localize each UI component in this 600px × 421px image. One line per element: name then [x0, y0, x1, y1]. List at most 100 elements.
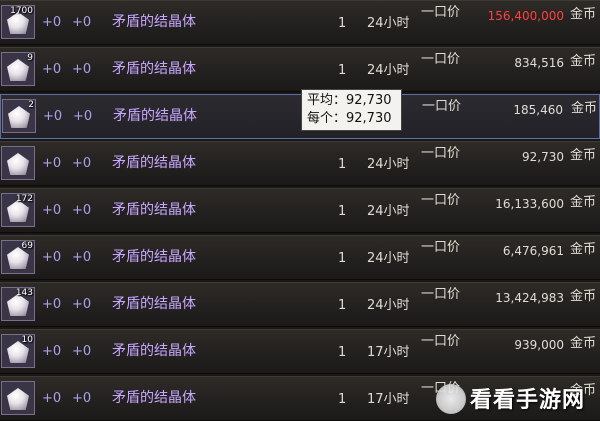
amplify-level: +0 — [72, 15, 92, 30]
amplify-level: +0 — [72, 250, 92, 265]
item-price: 939,000 — [514, 338, 564, 352]
currency-label: 金币 — [570, 195, 597, 210]
currency-label: 金币 — [570, 148, 597, 163]
tooltip-each: 每个：92,730 — [307, 111, 392, 126]
watermark-logo-icon — [436, 384, 466, 414]
sale-mode: 一口价 — [421, 193, 461, 208]
currency-label: 金币 — [571, 101, 598, 116]
item-count: 1 — [338, 157, 347, 172]
amplify-level: +0 — [72, 62, 92, 77]
item-slot[interactable]: 2 — [2, 99, 36, 133]
auction-row[interactable]: 143 +0 +0 矛盾的结晶体 1 24小时 一口价 13,424,983 金币 — [0, 282, 600, 327]
item-slot[interactable]: 143 — [1, 287, 35, 321]
amplify-level: +0 — [72, 344, 92, 359]
stack-quantity: 2 — [28, 100, 34, 110]
stack-quantity: 172 — [15, 194, 33, 204]
auction-row[interactable]: 10 +0 +0 矛盾的结晶体 1 17小时 一口价 939,000 金币 — [0, 329, 600, 374]
currency-label: 金币 — [570, 336, 597, 351]
item-slot[interactable]: 10 — [1, 334, 35, 368]
watermark-text: 看看手游网 — [470, 388, 586, 413]
crystal-icon — [7, 59, 29, 81]
auction-row[interactable]: 9 +0 +0 矛盾的结晶体 1 24小时 一口价 834,516 金币 — [0, 47, 600, 92]
enhance-level: +0 — [42, 391, 62, 406]
item-name: 矛盾的结晶体 — [112, 296, 196, 312]
price-tooltip: 平均：92,730 每个：92,730 — [301, 89, 402, 131]
item-slot[interactable]: 172 — [1, 193, 35, 227]
item-name: 矛盾的结晶体 — [112, 202, 196, 218]
item-slot[interactable]: 9 — [1, 52, 35, 86]
item-count: 1 — [338, 204, 347, 219]
item-slot[interactable]: 1700 — [1, 5, 35, 39]
crystal-icon — [8, 106, 30, 128]
sale-mode: 一口价 — [421, 287, 461, 302]
enhance-level: +0 — [42, 344, 62, 359]
time-remaining: 24小时 — [367, 204, 410, 219]
stack-quantity: 10 — [21, 335, 33, 345]
item-count: 1 — [338, 63, 347, 78]
time-remaining: 24小时 — [367, 16, 410, 31]
item-count: 1 — [338, 392, 347, 407]
item-slot[interactable]: 69 — [1, 240, 35, 274]
amplify-level: +0 — [72, 391, 92, 406]
item-name: 矛盾的结晶体 — [112, 14, 196, 30]
time-remaining: 17小时 — [367, 345, 410, 360]
auction-row[interactable]: 1700 +0 +0 矛盾的结晶体 1 24小时 一口价 156,400,000 金币 — [0, 0, 600, 45]
time-remaining: 24小时 — [367, 298, 410, 313]
stack-quantity: 9 — [27, 53, 33, 63]
item-name: 矛盾的结晶体 — [112, 155, 196, 171]
amplify-level: +0 — [73, 109, 93, 124]
currency-label: 金币 — [570, 7, 597, 22]
item-slot[interactable] — [1, 381, 35, 415]
item-name: 矛盾的结晶体 — [112, 390, 196, 406]
item-price: 16,133,600 — [495, 197, 564, 211]
sale-mode: 一口价 — [421, 5, 461, 20]
sale-mode: 一口价 — [421, 334, 461, 349]
item-price: 834,516 — [514, 56, 564, 70]
item-count: 1 — [338, 251, 347, 266]
item-slot[interactable] — [1, 146, 35, 180]
time-remaining: 24小时 — [367, 63, 410, 78]
item-price: 13,424,983 — [495, 291, 564, 305]
item-name: 矛盾的结晶体 — [112, 343, 196, 359]
amplify-level: +0 — [72, 203, 92, 218]
auction-row[interactable]: 172 +0 +0 矛盾的结晶体 1 24小时 一口价 16,133,600 金币 — [0, 188, 600, 233]
stack-quantity: 1700 — [10, 6, 33, 16]
sale-mode: 一口价 — [422, 99, 462, 114]
crystal-icon — [7, 153, 29, 175]
tooltip-average: 平均：92,730 — [307, 93, 392, 108]
enhance-level: +0 — [42, 62, 62, 77]
enhance-level: +0 — [43, 109, 63, 124]
stack-quantity: 143 — [15, 288, 33, 298]
enhance-level: +0 — [42, 156, 62, 171]
currency-label: 金币 — [570, 289, 597, 304]
enhance-level: +0 — [42, 203, 62, 218]
item-price: 6,476,961 — [502, 244, 564, 258]
auction-row[interactable]: 2+0+0矛盾的结晶体1时一口价185,460金币 — [0, 94, 600, 139]
enhance-level: +0 — [42, 15, 62, 30]
item-name: 矛盾的结晶体 — [113, 108, 197, 124]
item-count: 1 — [338, 298, 347, 313]
time-remaining: 17小时 — [367, 392, 410, 407]
item-price: 156,400,000 — [487, 9, 564, 23]
item-name: 矛盾的结晶体 — [112, 61, 196, 77]
item-count: 1 — [338, 16, 347, 31]
currency-label: 金币 — [570, 242, 597, 257]
crystal-icon — [7, 388, 29, 410]
stack-quantity: 69 — [21, 241, 33, 251]
auction-list: 1700 +0 +0 矛盾的结晶体 1 24小时 一口价 156,400,000 金币 9 +0 +0… — [0, 0, 600, 421]
amplify-level: +0 — [72, 297, 92, 312]
sale-mode: 一口价 — [421, 52, 461, 67]
enhance-level: +0 — [42, 250, 62, 265]
time-remaining: 24小时 — [367, 251, 410, 266]
currency-label: 金币 — [570, 54, 597, 69]
auction-row[interactable]: +0 +0 矛盾的结晶体 1 24小时 一口价 92,730 金币 — [0, 141, 600, 186]
item-count: 1 — [338, 345, 347, 360]
enhance-level: +0 — [42, 297, 62, 312]
item-name: 矛盾的结晶体 — [112, 249, 196, 265]
sale-mode: 一口价 — [421, 240, 461, 255]
sale-mode: 一口价 — [421, 146, 461, 161]
item-price: 92,730 — [522, 150, 564, 164]
amplify-level: +0 — [72, 156, 92, 171]
auction-row[interactable]: 69 +0 +0 矛盾的结晶体 1 24小时 一口价 6,476,961 金币 — [0, 235, 600, 280]
item-price: 185,460 — [513, 103, 563, 117]
